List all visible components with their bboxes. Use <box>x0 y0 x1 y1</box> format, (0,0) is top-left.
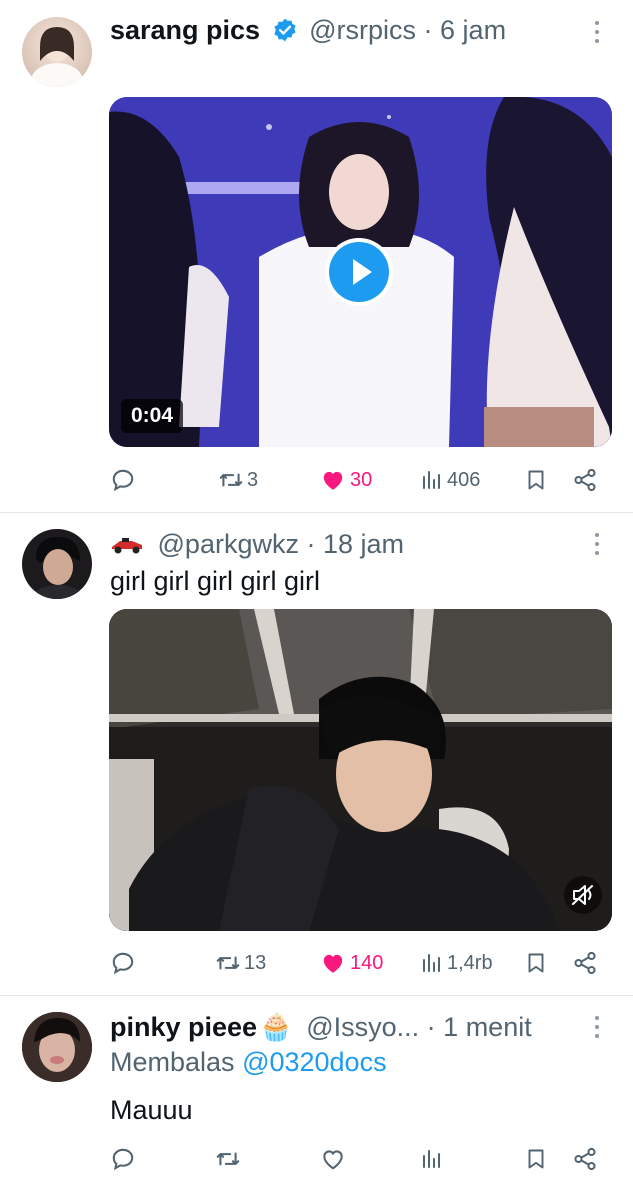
reply-icon <box>112 952 134 975</box>
tweet-3[interactable]: pinky pieee🧁 @Issyo... · 1 menit Membala… <box>0 996 633 1199</box>
share-button[interactable] <box>572 945 598 981</box>
views-icon <box>423 471 440 489</box>
share-button[interactable] <box>572 462 598 498</box>
share-button[interactable] <box>572 1141 598 1177</box>
reply-prefix: Membalas <box>110 1047 235 1077</box>
bookmark-icon <box>528 953 544 973</box>
views-icon <box>423 1150 440 1168</box>
bookmark-button[interactable] <box>524 1141 548 1177</box>
share-icon <box>574 468 596 492</box>
separator-dot: · <box>423 15 441 45</box>
views-icon <box>423 954 440 972</box>
display-name[interactable]: sarang pics <box>110 15 260 45</box>
play-button-icon[interactable] <box>325 238 393 306</box>
retweet-button[interactable]: 3 <box>217 462 258 498</box>
views-button[interactable]: 1,4rb <box>420 945 493 981</box>
retweet-button[interactable] <box>214 1141 242 1177</box>
speaker-muted-icon[interactable] <box>564 876 602 914</box>
reply-button[interactable] <box>110 1141 136 1177</box>
like-button[interactable]: 30 <box>320 462 372 498</box>
cupcake-emoji-icon: 🧁 <box>259 1012 293 1042</box>
video-thumbnail[interactable]: 0:04 <box>109 97 612 447</box>
views-count: 1,4rb <box>447 951 493 974</box>
views-count: 406 <box>447 468 481 491</box>
heart-filled-icon <box>323 954 343 973</box>
heart-icon <box>323 1150 343 1170</box>
avatar[interactable] <box>22 1012 92 1082</box>
tweet-header: pinky pieee🧁 @Issyo... · 1 menit <box>110 1009 585 1045</box>
reply-icon <box>112 469 134 492</box>
retweet-count: 13 <box>244 951 267 974</box>
verified-badge-icon <box>272 16 298 52</box>
bookmark-button[interactable] <box>524 462 548 498</box>
bookmark-icon <box>528 1149 544 1169</box>
separator-dot: · <box>426 1012 444 1042</box>
bookmark-icon <box>528 470 544 490</box>
race-car-emoji-icon <box>110 528 144 564</box>
heart-filled-icon <box>323 471 343 490</box>
avatar-photo <box>31 27 83 87</box>
retweet-icon <box>219 473 243 487</box>
more-options-icon[interactable] <box>593 1016 601 1042</box>
handle[interactable]: @rsrpics <box>309 15 416 45</box>
like-button[interactable] <box>320 1141 346 1177</box>
like-count: 140 <box>350 951 384 974</box>
views-button[interactable] <box>420 1141 444 1177</box>
retweet-icon <box>216 956 240 970</box>
share-icon <box>574 1147 596 1171</box>
reply-context: Membalas @0320docs <box>110 1045 387 1079</box>
timestamp[interactable]: 18 jam <box>323 529 404 559</box>
views-button[interactable]: 406 <box>420 462 480 498</box>
reply-to-link[interactable]: @0320docs <box>242 1047 387 1077</box>
retweet-button[interactable]: 13 <box>214 945 266 981</box>
avatar[interactable] <box>22 529 92 599</box>
separator-dot: · <box>306 529 323 559</box>
handle[interactable]: @Issyo... <box>306 1012 419 1042</box>
like-count: 30 <box>350 468 373 491</box>
timestamp[interactable]: 6 jam <box>440 15 506 45</box>
tweet-actions: 3 30 406 <box>109 462 612 498</box>
more-options-icon[interactable] <box>593 533 601 559</box>
tweet-header: @parkgwkz · 18 jam <box>110 526 585 562</box>
reply-icon <box>112 1148 134 1171</box>
timestamp[interactable]: 1 menit <box>443 1012 532 1042</box>
tweet-text: Mauuu <box>110 1095 193 1125</box>
like-button[interactable]: 140 <box>320 945 383 981</box>
display-name[interactable]: pinky pieee <box>110 1012 257 1042</box>
reply-button[interactable] <box>110 945 136 981</box>
avatar[interactable] <box>22 17 92 87</box>
retweet-icon <box>216 1152 240 1166</box>
tweet-actions <box>109 1141 612 1177</box>
video-duration: 0:04 <box>121 399 184 433</box>
share-icon <box>574 951 596 975</box>
tweet-1[interactable]: sarang pics @rsrpics · 6 jam 0:04 3 30 4… <box>0 0 633 512</box>
video-thumbnail[interactable] <box>109 609 612 931</box>
handle[interactable]: @parkgwkz <box>158 529 299 559</box>
tweet-text: girl girl girl girl girl <box>110 566 321 596</box>
reply-button[interactable] <box>110 462 136 498</box>
video-frame <box>109 609 612 931</box>
bookmark-button[interactable] <box>524 945 548 981</box>
tweet-actions: 13 140 1,4rb <box>109 945 612 981</box>
avatar-photo <box>22 1012 92 1082</box>
retweet-count: 3 <box>247 468 259 491</box>
tweet-header: sarang pics @rsrpics · 6 jam <box>110 12 585 48</box>
avatar-photo <box>32 537 84 599</box>
tweet-2[interactable]: @parkgwkz · 18 jam girl girl girl girl g… <box>0 513 633 995</box>
more-options-icon[interactable] <box>593 21 601 47</box>
